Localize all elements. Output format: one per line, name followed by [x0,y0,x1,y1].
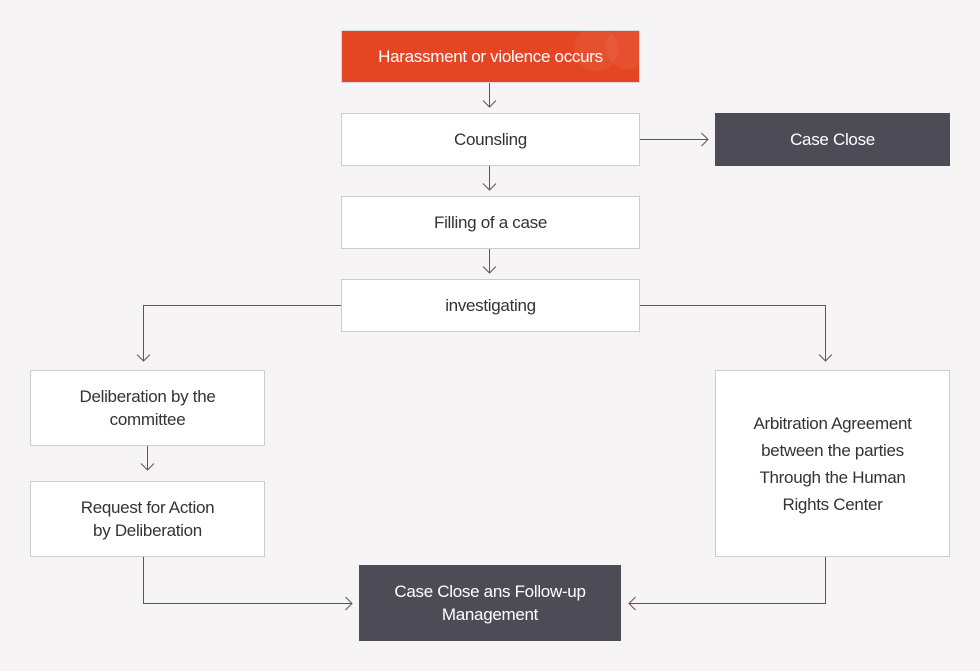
node-counseling: Counsling [341,113,640,166]
arrow-investigating-to-deliberation [136,305,341,362]
node-final: Case Close ans Follow-up Management [359,565,621,641]
arrow-arbitration-to-final [628,556,826,611]
arrow-counseling-to-filing [482,165,497,191]
node-start-label: Harassment or violence occurs [378,47,603,66]
node-deliberation: Deliberation by the committee [30,370,265,446]
arrow-investigating-to-arbitration [639,305,833,362]
node-investigating: investigating [341,279,640,332]
node-request: Request for Action by Deliberation [30,481,265,557]
arrow-request-to-final [143,556,353,611]
arrow-filing-to-investigating [482,248,497,274]
node-start: Harassment or violence occurs [341,30,640,83]
arrow-deliberation-to-request [140,445,155,471]
arrow-counseling-to-case-close [639,132,709,147]
node-filing: Filling of a case [341,196,640,249]
node-case-close: Case Close [715,113,950,166]
node-arbitration: Arbitration Agreement between the partie… [715,370,950,557]
arrow-start-to-counseling [482,82,497,108]
